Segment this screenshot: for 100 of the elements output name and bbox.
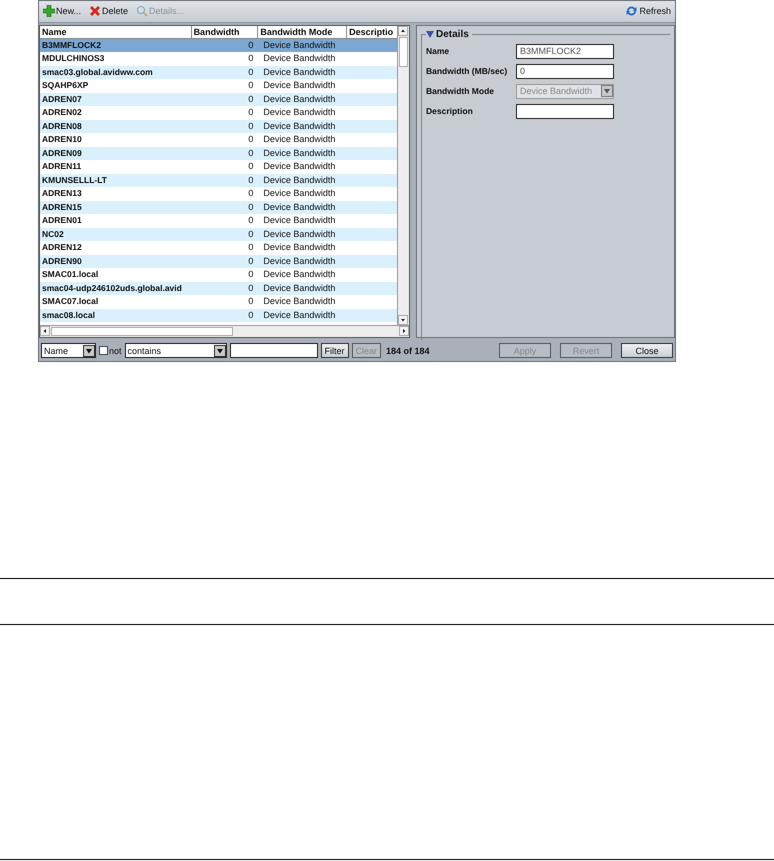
table-cell-text: B3MMFLOCK2 bbox=[41, 38, 102, 52]
table-cell-text: Device Bandwidth bbox=[262, 160, 336, 174]
table-cell-text: ADREN10 bbox=[41, 133, 83, 146]
table-cell-text: Device Bandwidth bbox=[262, 187, 336, 200]
table-row[interactable]: KMUNSELLL-LT 0 Device Bandwidth bbox=[40, 174, 397, 188]
table-cell-text: Device Bandwidth bbox=[262, 120, 336, 133]
table-cell-text: Device Bandwidth bbox=[262, 228, 336, 241]
refresh-icon bbox=[625, 5, 638, 18]
table-cell-text: ADREN02 bbox=[41, 106, 83, 120]
dialog-button[interactable]: Close bbox=[621, 343, 673, 358]
table-cell-text: 0 bbox=[247, 241, 254, 254]
horizontal-scrollbar[interactable] bbox=[40, 325, 409, 338]
checkbox-label: not bbox=[109, 346, 122, 356]
scroll-right-icon[interactable] bbox=[399, 326, 409, 336]
table-cell-text: KMUNSELLL-LT bbox=[41, 174, 108, 187]
table-cell-text: 0 bbox=[247, 92, 254, 106]
table-cell-text: 0 bbox=[247, 268, 254, 282]
table-cell-text: 0 bbox=[247, 254, 254, 268]
table-cell-text: Device Bandwidth bbox=[262, 174, 336, 187]
table-cell-text: 0 bbox=[247, 308, 254, 322]
input-field[interactable] bbox=[516, 104, 614, 119]
table-cell-text: Device Bandwidth bbox=[262, 254, 336, 268]
table-row[interactable]: ADREN09 0 Device Bandwidth bbox=[40, 146, 397, 160]
table-cell-text: 0 bbox=[247, 38, 254, 52]
table-cell-text: 0 bbox=[247, 214, 254, 228]
table-cell-text: 0 bbox=[247, 79, 254, 92]
table-cell-text: ADREN09 bbox=[41, 146, 83, 160]
table-cell-text: ADREN11 bbox=[41, 160, 82, 174]
table-cell-text: Device Bandwidth bbox=[262, 214, 336, 228]
table-cell-text: ADREN15 bbox=[41, 200, 83, 214]
table-cell-text: 0 bbox=[247, 106, 254, 120]
table-cell-text: 0 bbox=[247, 174, 254, 187]
column-header[interactable]: Name bbox=[40, 26, 192, 38]
table-cell-text: Device Bandwidth bbox=[262, 295, 336, 308]
field-label: Bandwidth Mode bbox=[426, 86, 495, 96]
table-cell-text: Device Bandwidth bbox=[262, 79, 336, 92]
table-row[interactable]: ADREN08 0 Device Bandwidth bbox=[40, 120, 397, 134]
table-cell-text: Device Bandwidth bbox=[262, 66, 336, 79]
table-cell-text: 0 bbox=[247, 120, 254, 133]
toolbar-button[interactable]: Delete bbox=[87, 5, 130, 18]
table-cell-text: 0 bbox=[247, 66, 254, 79]
operator-dropdown[interactable]: contains bbox=[124, 343, 227, 358]
table-cell-text: 0 bbox=[247, 160, 254, 174]
table-cell-text: Device Bandwidth bbox=[262, 200, 336, 214]
table-cell-text: ADREN13 bbox=[41, 187, 83, 200]
table-cell-text: smac08.local bbox=[41, 308, 96, 322]
table-cell-text: MDULCHINOS3 bbox=[41, 52, 106, 66]
magnifier-icon bbox=[136, 5, 148, 18]
table-cell-text: 0 bbox=[247, 200, 254, 214]
row-count: 184 of 184 bbox=[386, 346, 430, 356]
table-cell-text: Device Bandwidth bbox=[262, 38, 336, 52]
filter-button[interactable]: Filter bbox=[320, 343, 349, 358]
table-cell-text: Device Bandwidth bbox=[262, 282, 336, 295]
vertical-scrollbar[interactable] bbox=[397, 26, 409, 326]
input-field[interactable]: B3MMFLOCK2 bbox=[516, 44, 614, 59]
table-cell-text: 0 bbox=[247, 282, 254, 295]
scroll-down-icon[interactable] bbox=[398, 315, 408, 326]
table-row[interactable]: smac03.global.avidww.com 0 Device Bandwidth bbox=[40, 66, 397, 80]
column-header[interactable]: Descriptio bbox=[347, 26, 397, 38]
table-cell-text: Device Bandwidth bbox=[262, 92, 336, 106]
table-row[interactable]: smac04-udp246102uds.global.avid 0 Device Bandwidth bbox=[40, 282, 397, 296]
table-cell-text: Device Bandwidth bbox=[262, 268, 336, 282]
table-cell-text: smac04-udp246102uds.global.avid bbox=[41, 282, 183, 295]
filter-input[interactable] bbox=[230, 343, 318, 358]
column-header[interactable]: Bandwidth bbox=[192, 26, 258, 38]
refresh-button[interactable]: Refresh bbox=[623, 5, 673, 18]
scroll-up-icon[interactable] bbox=[398, 26, 408, 36]
table-row[interactable]: smac08.local 0 Device Bandwidth bbox=[40, 308, 397, 322]
scroll-thumb[interactable] bbox=[51, 327, 233, 336]
table-row[interactable]: ADREN90 0 Device Bandwidth bbox=[40, 254, 397, 268]
table-cell-text: 0 bbox=[247, 146, 254, 160]
table-cell-text: Device Bandwidth bbox=[262, 106, 336, 120]
table-cell-text: 0 bbox=[247, 187, 254, 200]
field-label: Name bbox=[426, 46, 450, 56]
not-checkbox[interactable] bbox=[99, 346, 108, 356]
table-row[interactable]: NC02 0 Device Bandwidth bbox=[40, 228, 397, 242]
field-label: Bandwidth (MB/sec) bbox=[426, 66, 508, 76]
input-field[interactable]: 0 bbox=[516, 64, 614, 79]
table-cell-text: ADREN90 bbox=[41, 254, 83, 268]
table-cell-text: 0 bbox=[247, 133, 254, 146]
table-cell-text: ADREN07 bbox=[41, 92, 83, 106]
scroll-left-icon[interactable] bbox=[40, 326, 50, 336]
table-cell-text: ADREN01 bbox=[41, 214, 83, 228]
column-dropdown[interactable]: Name bbox=[41, 343, 96, 358]
table-row[interactable]: ADREN07 0 Device Bandwidth bbox=[40, 92, 397, 106]
table-cell-text: smac03.global.avidww.com bbox=[41, 66, 154, 79]
plus-icon bbox=[43, 5, 55, 18]
table-row[interactable]: ADREN15 0 Device Bandwidth bbox=[40, 200, 397, 214]
table-cell-text: NC02 bbox=[41, 228, 65, 241]
table-cell-text: Device Bandwidth bbox=[262, 52, 336, 66]
table-cell-text: SMAC07.local bbox=[41, 295, 100, 308]
table-row[interactable]: B3MMFLOCK2 0 Device Bandwidth bbox=[40, 38, 397, 52]
column-header[interactable]: Bandwidth Mode bbox=[258, 26, 348, 38]
table-cell-text: Device Bandwidth bbox=[262, 308, 336, 322]
field-label: Description bbox=[426, 106, 474, 116]
collapse-arrow-icon[interactable] bbox=[426, 30, 434, 38]
scroll-thumb[interactable] bbox=[399, 36, 408, 67]
table-cell-text: Device Bandwidth bbox=[262, 133, 336, 146]
toolbar-button[interactable]: New... bbox=[41, 5, 84, 18]
table-cell-text: SMAC01.local bbox=[41, 268, 100, 282]
